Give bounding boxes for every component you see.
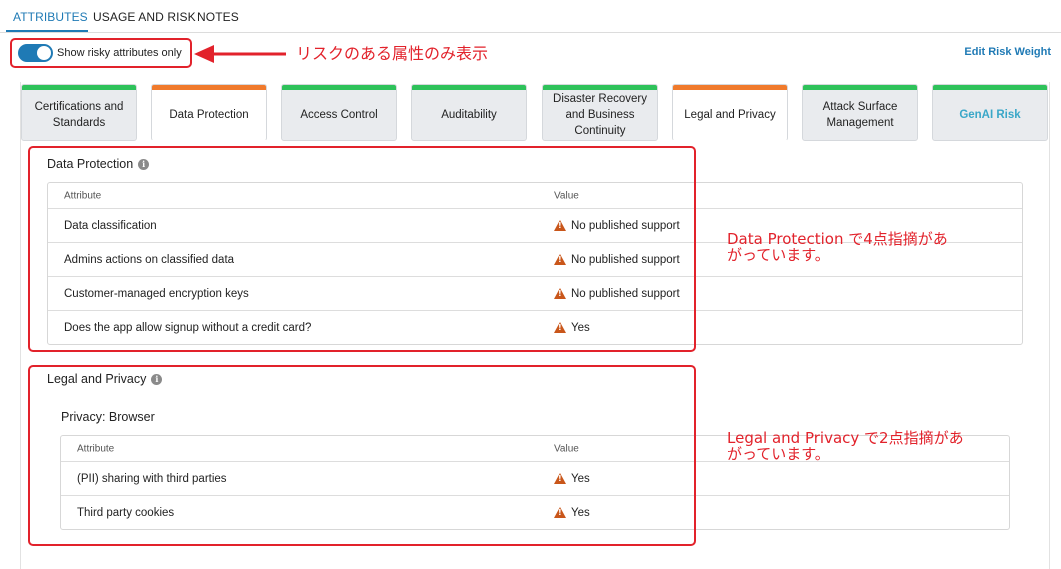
category-label: Access Control: [300, 108, 378, 121]
category-label: Attack Surface Management: [822, 100, 898, 129]
category-status-stripe: [933, 85, 1047, 90]
category-label: Certifications and Standards: [34, 100, 124, 129]
annotation-arrow-icon: [194, 45, 286, 63]
active-tab-underline: [6, 30, 88, 32]
annotation-line: Data Protection で4点指摘があ: [727, 230, 948, 248]
category-label: Disaster Recovery and Business Continuit…: [553, 92, 647, 137]
category-status-stripe: [22, 85, 136, 90]
category-card-attack-surface-management[interactable]: Attack Surface Management: [802, 84, 918, 141]
top-tab-bar: ATTRIBUTES USAGE AND RISK NOTES: [0, 0, 1061, 33]
category-status-stripe: [412, 85, 526, 90]
tab-attributes[interactable]: ATTRIBUTES: [13, 10, 88, 24]
annotation-box-legal-privacy: [28, 365, 696, 546]
annotation-line: がっています。: [727, 246, 830, 264]
category-status-stripe: [803, 85, 917, 90]
category-label: Legal and Privacy: [684, 108, 776, 121]
edit-risk-weight-link[interactable]: Edit Risk Weight: [964, 46, 1051, 58]
annotation-line: Legal and Privacy で2点指摘があ: [727, 429, 964, 447]
category-status-stripe: [282, 85, 396, 90]
annotation-legal-note: Legal and Privacy で2点指摘があ がっています。: [727, 430, 964, 462]
category-card-legal-and-privacy[interactable]: Legal and Privacy: [672, 84, 788, 141]
annotation-box-data-protection: [28, 146, 696, 352]
category-card-auditability[interactable]: Auditability: [411, 84, 527, 141]
category-card-data-protection[interactable]: Data Protection: [151, 84, 267, 141]
annotation-line: がっています。: [727, 445, 830, 463]
category-card-access-control[interactable]: Access Control: [281, 84, 397, 141]
category-label: Auditability: [441, 108, 497, 121]
category-status-stripe: [152, 85, 266, 90]
annotation-box-toggle: [10, 38, 192, 68]
category-status-stripe: [543, 85, 657, 90]
category-status-stripe: [673, 85, 787, 90]
tab-usage-and-risk[interactable]: USAGE AND RISK: [93, 10, 196, 24]
category-label: Data Protection: [169, 108, 249, 121]
category-card-disaster-recovery-and-business-continuity[interactable]: Disaster Recovery and Business Continuit…: [542, 84, 658, 141]
category-card-genai-risk[interactable]: GenAI Risk: [932, 84, 1048, 141]
annotation-toggle-note: リスクのある属性のみ表示: [296, 44, 489, 63]
category-card-certifications-and-standards[interactable]: Certifications and Standards: [21, 84, 137, 141]
category-label: GenAI Risk: [959, 108, 1021, 121]
annotation-data-protection-note: Data Protection で4点指摘があ がっています。: [727, 231, 948, 263]
tab-notes[interactable]: NOTES: [197, 10, 239, 24]
